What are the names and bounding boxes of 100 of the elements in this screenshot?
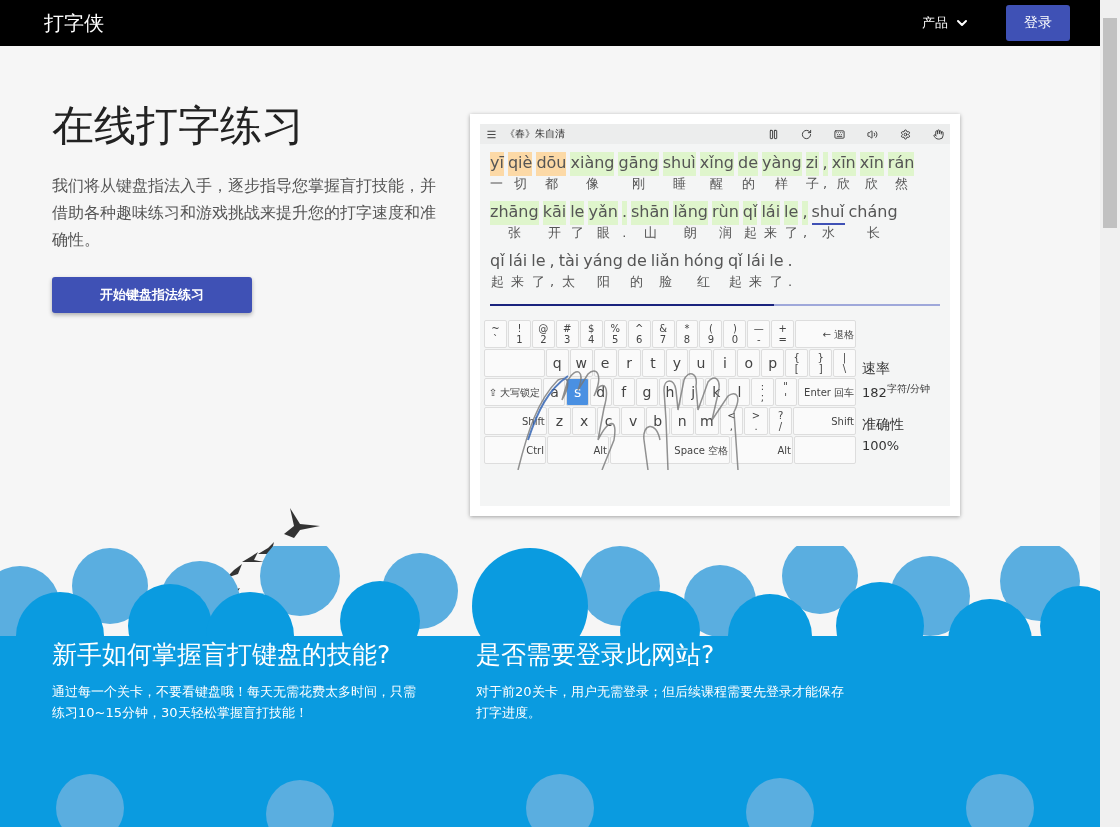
- login-button[interactable]: 登录: [1006, 5, 1070, 41]
- hanzi-character: 起: [743, 225, 757, 241]
- pinyin-syllable: cháng: [848, 201, 898, 223]
- volume-icon[interactable]: [867, 128, 878, 140]
- keyboard-key: ? /: [768, 407, 793, 435]
- hanzi-character: 刚: [632, 176, 646, 192]
- keyboard-key: t: [641, 349, 665, 377]
- keyboard-key: m: [695, 407, 719, 435]
- keyboard-key: f: [612, 378, 635, 406]
- pinyin-syllable: dōu: [536, 152, 567, 176]
- site-logo[interactable]: 打字侠: [44, 9, 896, 37]
- hanzi-character: 眼: [596, 225, 610, 241]
- keyboard-key: e: [593, 349, 617, 377]
- scrollbar[interactable]: [1100, 0, 1120, 827]
- keyboard-key: l: [728, 378, 751, 406]
- pinyin-syllable: xīn: [859, 152, 884, 176]
- pinyin-syllable: lái: [508, 250, 528, 272]
- keyboard-key: Shift: [793, 407, 856, 435]
- pinyin-syllable: le: [570, 201, 585, 225]
- pinyin-syllable: yī: [490, 152, 504, 176]
- faq-question: 新手如何掌握盲打键盘的技能?: [52, 639, 392, 671]
- keyboard-key: < ,: [719, 407, 744, 435]
- pinyin-syllable: xīn: [831, 152, 856, 176]
- stat-label: 速率: [862, 360, 891, 378]
- faq-answer: 对于前20关卡，用户无需登录；但后续课程需要先登录才能保存打字进度。: [476, 683, 845, 722]
- keyboard-key: v: [621, 407, 645, 435]
- pinyin-syllable: qǐ: [490, 250, 505, 272]
- stat-value: 100%: [862, 438, 901, 454]
- keyboard-key: y: [665, 349, 689, 377]
- keyboard-key: Ctrl: [484, 436, 546, 464]
- hanzi-character: 起: [728, 274, 742, 290]
- hanzi-character: 了: [570, 225, 584, 241]
- hanzi-character: 朗: [684, 225, 698, 241]
- keyboard-key: @ 2: [531, 320, 555, 348]
- pinyin-syllable: qǐ: [742, 201, 758, 225]
- keyboard-key: + =: [771, 320, 795, 348]
- pinyin-syllable: tài: [558, 250, 580, 272]
- hanzi-character: 子: [805, 176, 819, 192]
- pinyin-syllable: yáng: [583, 250, 623, 272]
- hanzi-character: 了: [769, 274, 783, 290]
- keyboard-icon[interactable]: [834, 128, 845, 140]
- keyboard-key: ! 1: [507, 320, 531, 348]
- menu-icon[interactable]: [486, 128, 497, 140]
- scrollbar-thumb[interactable]: [1103, 18, 1117, 228]
- hanzi-character: 起: [490, 274, 504, 290]
- settings-icon[interactable]: [900, 128, 911, 140]
- keyboard-key: ^ 6: [627, 320, 651, 348]
- hanzi-character: 来: [511, 274, 525, 290]
- keyboard-key: o: [737, 349, 761, 377]
- pinyin-syllable: kāi: [542, 201, 567, 225]
- pinyin-syllable: le: [531, 250, 546, 272]
- pinyin-syllable: shuì: [662, 152, 696, 176]
- pinyin-syllable: qiè: [507, 152, 533, 176]
- hanzi-character: 张: [507, 225, 521, 241]
- keyboard-key: d: [589, 378, 612, 406]
- stat-value: 182$^{字符/分钟}$: [862, 382, 931, 401]
- keyboard-key: ← 退格: [795, 320, 856, 348]
- keyboard-key: Alt: [731, 436, 793, 464]
- pinyin-syllable: ,: [822, 152, 828, 176]
- keyboard-key: * 8: [675, 320, 699, 348]
- hanzi-character: 像: [585, 176, 599, 192]
- keyboard-key: q: [545, 349, 569, 377]
- pinyin-syllable: rùn: [711, 201, 739, 225]
- keyboard-key: " ': [774, 378, 797, 406]
- hanzi-character: .: [622, 225, 627, 241]
- hanzi-character: 了: [531, 274, 545, 290]
- nav-menu[interactable]: 产品: [916, 13, 976, 33]
- keyboard-key: Alt: [547, 436, 609, 464]
- keyboard-key: | \: [833, 349, 856, 377]
- hand-icon[interactable]: [933, 128, 944, 140]
- keyboard-key: w: [569, 349, 593, 377]
- hanzi-character: ,: [550, 274, 555, 290]
- faq-answer: 通过每一个关卡，不要看键盘哦！每天无需花费太多时间，只需练习10~15分钟，30天轻松掌握盲打技能！: [52, 683, 417, 722]
- pinyin-syllable: lái: [761, 201, 781, 225]
- hanzi-character: 样: [775, 176, 789, 192]
- pinyin-syllable: .: [621, 201, 627, 225]
- keyboard-key: Space 空格: [610, 436, 730, 464]
- hanzi-character: 一: [490, 176, 504, 192]
- keyboard-key: % 5: [603, 320, 627, 348]
- pinyin-syllable: le: [784, 201, 799, 225]
- keyboard-key: ) 0: [723, 320, 747, 348]
- hanzi-character: 脸: [658, 274, 672, 290]
- pause-icon[interactable]: [768, 128, 779, 140]
- refresh-icon[interactable]: [801, 128, 812, 140]
- keyboard-key: r: [617, 349, 641, 377]
- keyboard-key: i: [713, 349, 737, 377]
- hanzi-character: 都: [544, 176, 558, 192]
- pinyin-syllable: hóng: [683, 250, 724, 272]
- pinyin-syllable: gāng: [618, 152, 659, 176]
- hanzi-character: 了: [784, 225, 798, 241]
- pinyin-syllable: shuǐ: [811, 201, 845, 225]
- hanzi-character: 阳: [596, 274, 610, 290]
- hanzi-character: 醒: [710, 176, 724, 192]
- lesson-title: 《春》朱自清: [505, 127, 566, 141]
- keyboard-key: { [: [785, 349, 809, 377]
- hanzi-character: 然: [894, 176, 908, 192]
- keyboard-key: : ;: [751, 378, 774, 406]
- keyboard-key: & 7: [651, 320, 675, 348]
- start-button[interactable]: 开始键盘指法练习: [52, 277, 252, 313]
- faq-question: 是否需要登录此网站?: [476, 639, 716, 671]
